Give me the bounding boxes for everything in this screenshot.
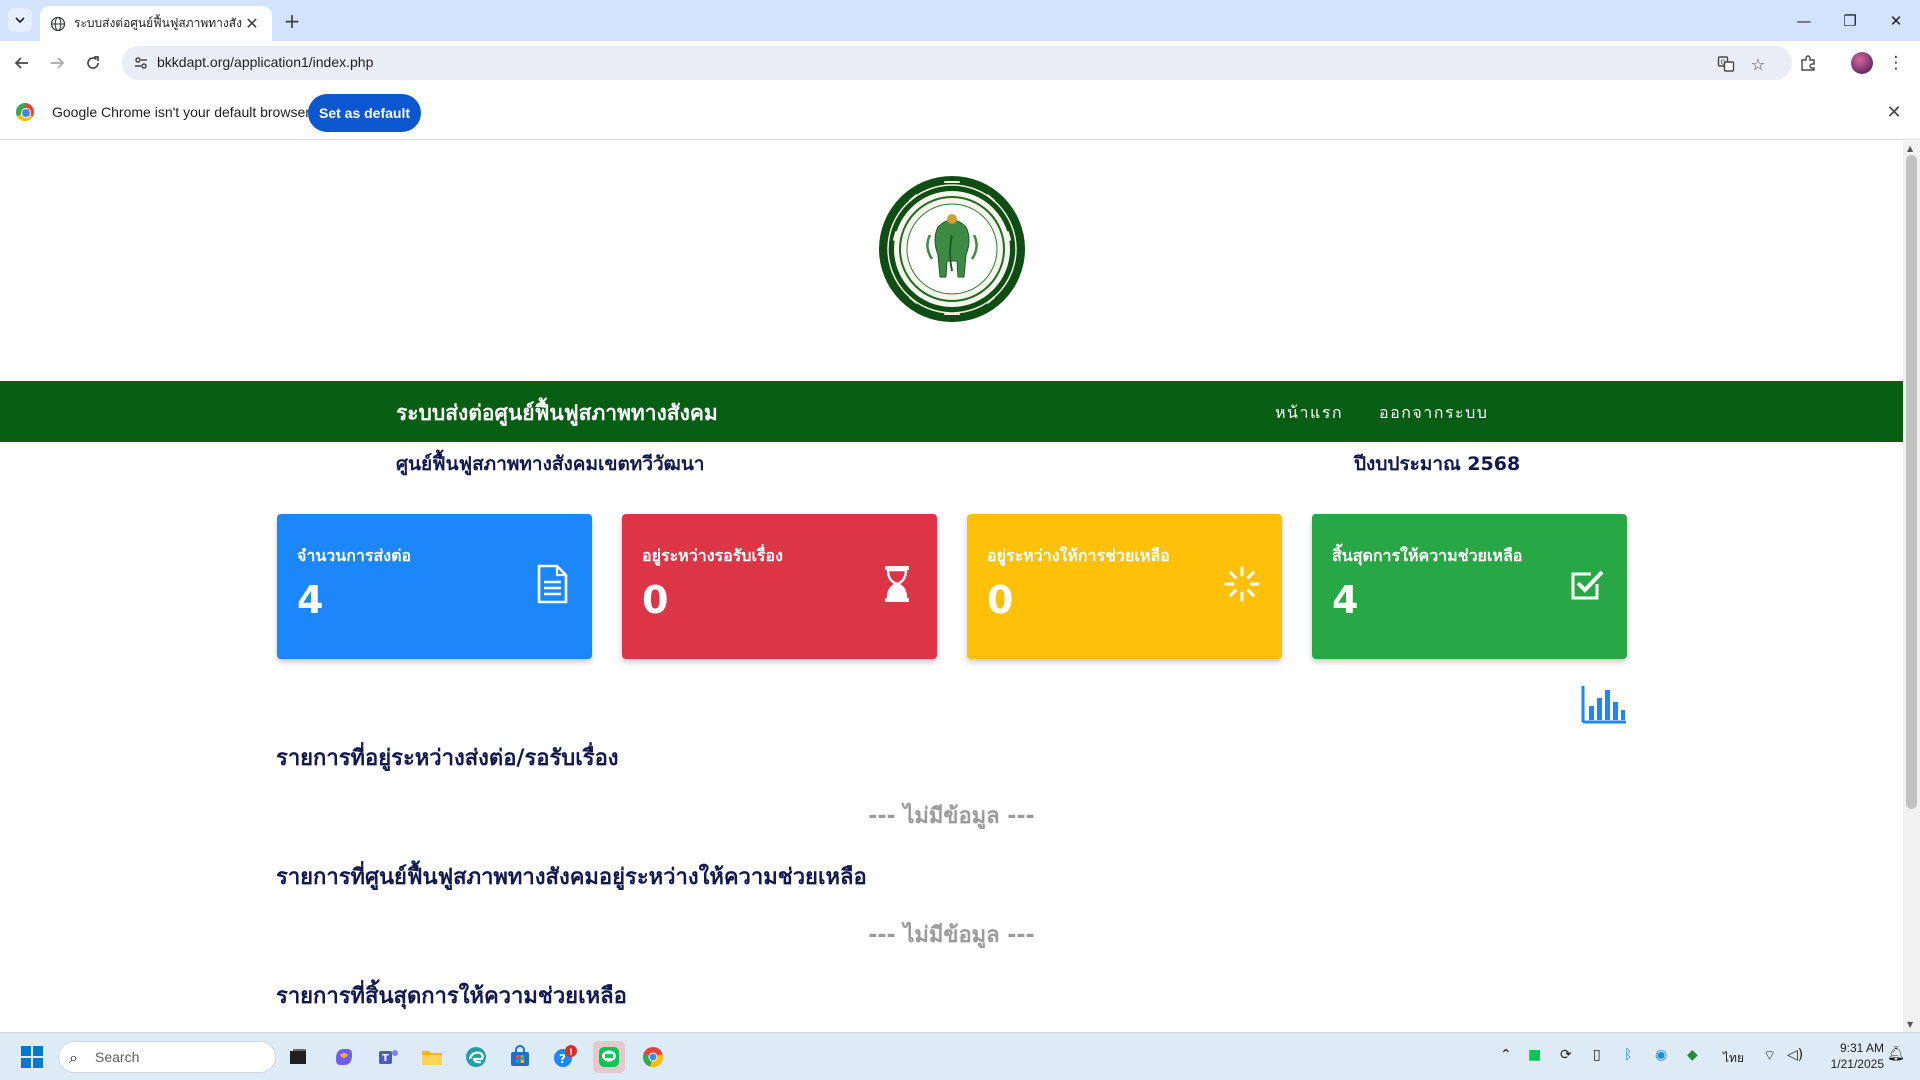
hourglass-icon (885, 566, 909, 602)
scrollbar-thumb[interactable] (1906, 155, 1917, 809)
volume-icon[interactable]: ◁) (1787, 1047, 1803, 1063)
infobar-message: Google Chrome isn't your default browser (52, 104, 310, 120)
section-title-pending: รายการที่อยู่ระหว่างส่งต่อ/รอรับเรื่อง (276, 746, 619, 771)
chrome-logo-icon (16, 103, 34, 121)
tab-strip: ระบบส่งต่อศูนย์ฟื้นฟูสภาพทางสังคม ✕ + — … (0, 0, 1920, 41)
taskbar-search-box[interactable]: ⌕ Search (58, 1041, 276, 1073)
taskbar-clock[interactable]: 9:31 AM 1/21/2025 (1810, 1040, 1884, 1072)
arrow-right-icon (51, 57, 65, 69)
tray-overflow-chevron-icon[interactable]: ⌃ (1500, 1047, 1512, 1063)
scroll-up-arrow-icon[interactable]: ▲ (1907, 144, 1913, 153)
stat-card-value: 4 (1332, 578, 1359, 622)
translate-icon[interactable]: G (1716, 54, 1736, 74)
site-navbar: ระบบส่งต่อศูนย์ฟื้นฟูสภาพทางสังคม หน้าแร… (0, 381, 1903, 442)
line-tray-icon[interactable]: ■ (1528, 1047, 1541, 1063)
section-title-in-assistance: รายการที่ศูนย์ฟื้นฟูสภาพทางสังคมอยู่ระหว… (276, 865, 867, 890)
svg-text:G: G (1721, 59, 1726, 67)
browser-toolbar: bkkdapt.org/application1/index.php G ☆ ⋮ (0, 41, 1920, 86)
no-data-message: --- ไม่มีข้อมูล --- (868, 923, 1035, 948)
defender-tray-icon[interactable]: ◆ (1687, 1047, 1698, 1063)
stat-card-completed[interactable]: สิ้นสุดการให้ความช่วยเหลือ 4 (1312, 514, 1627, 659)
profile-avatar[interactable] (1851, 52, 1873, 74)
minimize-button[interactable]: — (1781, 0, 1827, 41)
nav-link-home[interactable]: หน้าแรก (1275, 401, 1343, 426)
edge-icon[interactable] (460, 1041, 492, 1073)
scroll-down-arrow-icon[interactable]: ▼ (1907, 1020, 1913, 1029)
stat-card-label: จำนวนการส่งต่อ (297, 546, 412, 565)
site-brand[interactable]: ระบบส่งต่อศูนย์ฟื้นฟูสภาพทางสังคม (396, 397, 718, 430)
arrow-left-icon (14, 57, 28, 69)
set-as-default-button[interactable]: Set as default (308, 94, 421, 132)
stat-card-value: 4 (297, 578, 324, 622)
new-tab-button[interactable]: + (280, 9, 304, 33)
sync-icon[interactable]: ⟳ (1560, 1047, 1572, 1063)
windows-taskbar: ⌕ Search T ?! ⌃ ■ ⟳ ▯ ᛒ ◉ ◆ ไทย ⌔ ◁) 9:3… (0, 1032, 1920, 1080)
nav-link-logout[interactable]: ออกจากระบบ (1379, 401, 1488, 426)
page-viewport: ระบบส่งต่อศูนย์ฟื้นฟูสภาพทางสังคม หน้าแร… (0, 141, 1903, 1032)
clock-date: 1/21/2025 (1830, 1057, 1884, 1071)
chevron-down-icon (15, 17, 25, 24)
tab-close-icon[interactable]: ✕ (242, 14, 262, 34)
stat-card-label: สิ้นสุดการให้ความช่วยเหลือ (1332, 546, 1523, 565)
section-title-completed: รายการที่สิ้นสุดการให้ความช่วยเหลือ (276, 984, 627, 1009)
page-scrollbar[interactable]: ▲ ▼ (1903, 141, 1920, 1032)
fiscal-year: ปีงบประมาณ 2568 (1354, 453, 1521, 475)
stat-card-label: อยู่ระหว่างให้การช่วยเหลือ (987, 546, 1170, 565)
windows-start-icon[interactable] (21, 1046, 43, 1068)
notification-badge: ! (569, 1048, 573, 1058)
svg-text:?: ? (559, 1052, 566, 1066)
wifi-icon[interactable]: ⌔ (1763, 1047, 1776, 1065)
microsoft-store-icon[interactable] (504, 1041, 536, 1073)
url-text: bkkdapt.org/application1/index.php (157, 54, 374, 70)
checkbox-icon (1571, 570, 1604, 600)
address-bar[interactable]: bkkdapt.org/application1/index.php G ☆ (122, 46, 1792, 80)
security-tray-icon[interactable]: ◉ (1655, 1047, 1667, 1063)
file-explorer-icon[interactable] (416, 1041, 448, 1073)
reload-icon (87, 56, 99, 69)
bookmark-star-icon[interactable]: ☆ (1748, 54, 1768, 74)
extensions-icon[interactable] (1796, 51, 1820, 75)
tab-title: ระบบส่งต่อศูนย์ฟื้นฟูสภาพทางสังคม (74, 16, 242, 30)
bluetooth-icon[interactable]: ᛒ (1624, 1047, 1632, 1063)
chrome-taskbar-icon[interactable] (637, 1041, 669, 1073)
forward-button[interactable] (43, 49, 71, 77)
stat-card-value: 0 (642, 578, 669, 622)
infobar-close-icon[interactable]: ✕ (1884, 102, 1904, 123)
line-app-icon[interactable] (593, 1041, 625, 1073)
more-menu-icon[interactable]: ⋮ (1884, 51, 1908, 75)
stat-card-pending-acceptance[interactable]: อยู่ระหว่างรอรับเรื่อง 0 (622, 514, 937, 659)
task-view-icon[interactable] (282, 1041, 314, 1073)
bar-chart-icon[interactable] (1581, 684, 1627, 724)
no-data-message: --- ไม่มีข้อมูล --- (868, 804, 1035, 829)
svg-text:T: T (382, 1053, 389, 1064)
teams-icon[interactable]: T (372, 1041, 404, 1073)
help-app-icon[interactable]: ?! (548, 1041, 580, 1073)
globe-icon (50, 16, 66, 32)
stat-card-in-assistance[interactable]: อยู่ระหว่างให้การช่วยเหลือ 0 (967, 514, 1282, 659)
spinner-icon (1224, 566, 1260, 602)
stat-card-label: อยู่ระหว่างรอรับเรื่อง (642, 546, 783, 565)
notification-bell-icon[interactable]: 🔔︎ (1887, 1046, 1905, 1062)
document-icon (537, 564, 568, 604)
stat-card-value: 0 (987, 578, 1014, 622)
department-seal-logo (879, 176, 1025, 322)
site-info-icon[interactable] (132, 54, 150, 72)
input-language[interactable]: ไทย (1723, 1049, 1744, 1068)
clock-time: 9:31 AM (1839, 1041, 1884, 1055)
window-close-button[interactable]: ✕ (1873, 0, 1919, 41)
usb-icon[interactable]: ▯ (1593, 1047, 1601, 1063)
search-icon: ⌕ (69, 1048, 78, 1067)
browser-tab[interactable]: ระบบส่งต่อศูนย์ฟื้นฟูสภาพทางสังคม ✕ (40, 6, 272, 41)
tab-search-button[interactable] (8, 8, 32, 32)
copilot-icon[interactable] (328, 1041, 360, 1073)
back-button[interactable] (8, 49, 36, 77)
center-name: ศูนย์ฟื้นฟูสภาพทางสังคมเขตทวีวัฒนา (396, 453, 705, 475)
restore-button[interactable]: ❐ (1827, 0, 1873, 41)
taskbar-search-placeholder: Search (95, 1049, 140, 1065)
stat-card-total-referrals[interactable]: จำนวนการส่งต่อ 4 (277, 514, 592, 659)
reload-button[interactable] (79, 49, 107, 77)
default-browser-infobar: Google Chrome isn't your default browser… (0, 86, 1920, 140)
